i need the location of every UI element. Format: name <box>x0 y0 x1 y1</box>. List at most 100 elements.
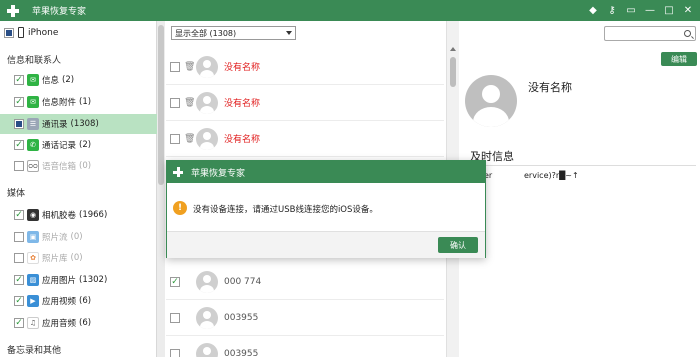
checkbox[interactable] <box>14 210 24 220</box>
sidebar-item-label: 语音信箱 <box>42 162 77 172</box>
device-name: iPhone <box>28 27 59 38</box>
phone-device-icon <box>18 27 24 38</box>
contact-name: 没有名称 <box>224 99 261 109</box>
sidebar-item-label: 照片流 <box>42 233 68 243</box>
contact-detail-panel: 编辑 没有名称 及时信息 er ervice)?r█~↑ <box>460 21 700 357</box>
chevron-down-icon <box>286 31 292 35</box>
sidebar-item-photo-stream[interactable]: ▣ 照片流 (0) <box>0 227 157 247</box>
filter-dropdown-value: 显示全部 (1308) <box>175 28 237 38</box>
contact-name: 没有名称 <box>224 63 261 73</box>
sidebar-item-count: (6) <box>79 318 92 328</box>
list-item[interactable]: 🗑 没有名称 <box>166 49 444 85</box>
sidebar-item-app-audio[interactable]: ♫ 应用音频 (6) <box>0 313 157 333</box>
list-item[interactable]: 🗑 没有名称 <box>166 121 444 157</box>
checkbox[interactable] <box>14 119 24 129</box>
sidebar-item-label: 通话记录 <box>42 141 77 151</box>
checkbox[interactable] <box>170 348 180 357</box>
message-icon: ✉ <box>27 74 39 86</box>
scrollbar-thumb[interactable] <box>450 57 456 87</box>
device-checkbox[interactable] <box>4 27 14 38</box>
sidebar-item-label: 信息附件 <box>42 98 77 108</box>
phone-icon: ✆ <box>27 139 39 151</box>
warning-icon: ! <box>173 201 187 215</box>
app-video-icon: ▶ <box>27 295 39 307</box>
checkbox[interactable] <box>170 97 180 108</box>
trash-icon: 🗑 <box>184 97 196 108</box>
sidebar-item-label: 应用图片 <box>42 276 77 286</box>
sidebar-item-count: (1966) <box>79 210 108 220</box>
minimize-icon[interactable]: — <box>644 3 656 17</box>
checkbox[interactable] <box>14 296 24 306</box>
sidebar-item-app-videos[interactable]: ▶ 应用视频 (6) <box>0 291 157 311</box>
contact-detail-name: 没有名称 <box>528 81 572 94</box>
checkbox[interactable] <box>14 161 24 171</box>
dialog-title: 苹果恢复专家 <box>191 168 246 179</box>
sidebar: iPhone 信息和联系人 ✉ 信息 (2) ✉ 信息附件 (1) ☰ 通讯录 … <box>0 21 157 357</box>
avatar <box>196 127 218 150</box>
avatar <box>196 55 218 78</box>
edit-button[interactable]: 编辑 <box>661 52 697 66</box>
list-item[interactable]: 🗑 没有名称 <box>166 85 444 121</box>
checkbox[interactable] <box>170 61 180 72</box>
sidebar-item-contacts[interactable]: ☰ 通讯录 (1308) <box>0 114 157 134</box>
checkbox[interactable] <box>14 97 24 107</box>
checkbox[interactable] <box>14 275 24 285</box>
sidebar-scrollbar[interactable] <box>157 21 165 357</box>
checkbox[interactable] <box>170 133 180 144</box>
close-icon[interactable]: ✕ <box>682 3 694 17</box>
search-icon[interactable] <box>684 30 691 37</box>
sidebar-item-message-attachments[interactable]: ✉ 信息附件 (1) <box>0 92 157 112</box>
divider <box>470 165 696 166</box>
maximize-icon[interactable]: □ <box>663 3 675 17</box>
checkbox[interactable] <box>14 232 24 242</box>
sidebar-item-voicemail[interactable]: ᴑᴑ 语音信箱 (0) <box>0 156 157 176</box>
contacts-icon: ☰ <box>27 118 39 130</box>
checkbox[interactable] <box>14 75 24 85</box>
avatar <box>196 342 218 357</box>
sidebar-item-count: (0) <box>79 161 92 171</box>
confirm-button[interactable]: 确认 <box>438 237 478 253</box>
checkbox[interactable] <box>14 318 24 328</box>
app-logo-icon <box>173 167 183 177</box>
avatar <box>196 306 218 329</box>
list-item[interactable]: 🗑 003955 <box>166 300 444 336</box>
sidebar-item-camera-roll[interactable]: ◉ 相机胶卷 (1966) <box>0 205 157 225</box>
checkbox[interactable] <box>14 140 24 150</box>
dialog-header: 苹果恢复专家 <box>167 161 485 183</box>
app-photo-icon: ▨ <box>27 274 39 286</box>
message-icon[interactable]: ▭ <box>625 3 637 17</box>
key-icon[interactable]: ⚷ <box>606 3 618 17</box>
scrollbar-thumb[interactable] <box>158 25 164 185</box>
contact-name: 003955 <box>224 348 259 357</box>
sidebar-item-count: (2) <box>79 140 92 150</box>
diamond-icon[interactable]: ◆ <box>587 3 599 17</box>
sidebar-item-count: (6) <box>79 296 92 306</box>
scroll-up-icon[interactable] <box>450 47 456 51</box>
list-item[interactable]: 🗑 003955 <box>166 336 444 357</box>
device-row[interactable]: iPhone <box>4 27 58 38</box>
checkbox[interactable] <box>170 312 180 323</box>
sidebar-item-call-history[interactable]: ✆ 通话记录 (2) <box>0 135 157 155</box>
trash-icon: 🗑 <box>184 133 196 144</box>
avatar <box>196 91 218 114</box>
list-item[interactable]: 🗑 000 774 <box>166 264 444 300</box>
sidebar-item-count: (2) <box>62 75 75 85</box>
app-audio-icon: ♫ <box>27 317 39 329</box>
photo-library-icon: ✿ <box>27 252 39 264</box>
sidebar-item-app-photos[interactable]: ▨ 应用图片 (1302) <box>0 270 157 290</box>
checkbox[interactable] <box>170 276 180 287</box>
sidebar-item-label: 照片库 <box>42 254 68 264</box>
attachment-icon: ✉ <box>27 96 39 108</box>
app-logo-icon <box>6 4 20 18</box>
sidebar-item-label: 应用音频 <box>42 319 77 329</box>
app-title: 苹果恢复专家 <box>32 7 87 17</box>
contact-name: 000 774 <box>224 276 262 287</box>
section-title-media: 媒体 <box>7 189 26 199</box>
filter-dropdown[interactable]: 显示全部 (1308) <box>171 26 296 40</box>
sidebar-item-messages[interactable]: ✉ 信息 (2) <box>0 70 157 90</box>
checkbox[interactable] <box>14 253 24 263</box>
detail-field-value: ervice)?r█~↑ <box>524 171 579 180</box>
sidebar-item-photo-library[interactable]: ✿ 照片库 (0) <box>0 248 157 268</box>
search-input[interactable] <box>604 26 696 41</box>
sidebar-item-count: (1) <box>79 97 92 107</box>
